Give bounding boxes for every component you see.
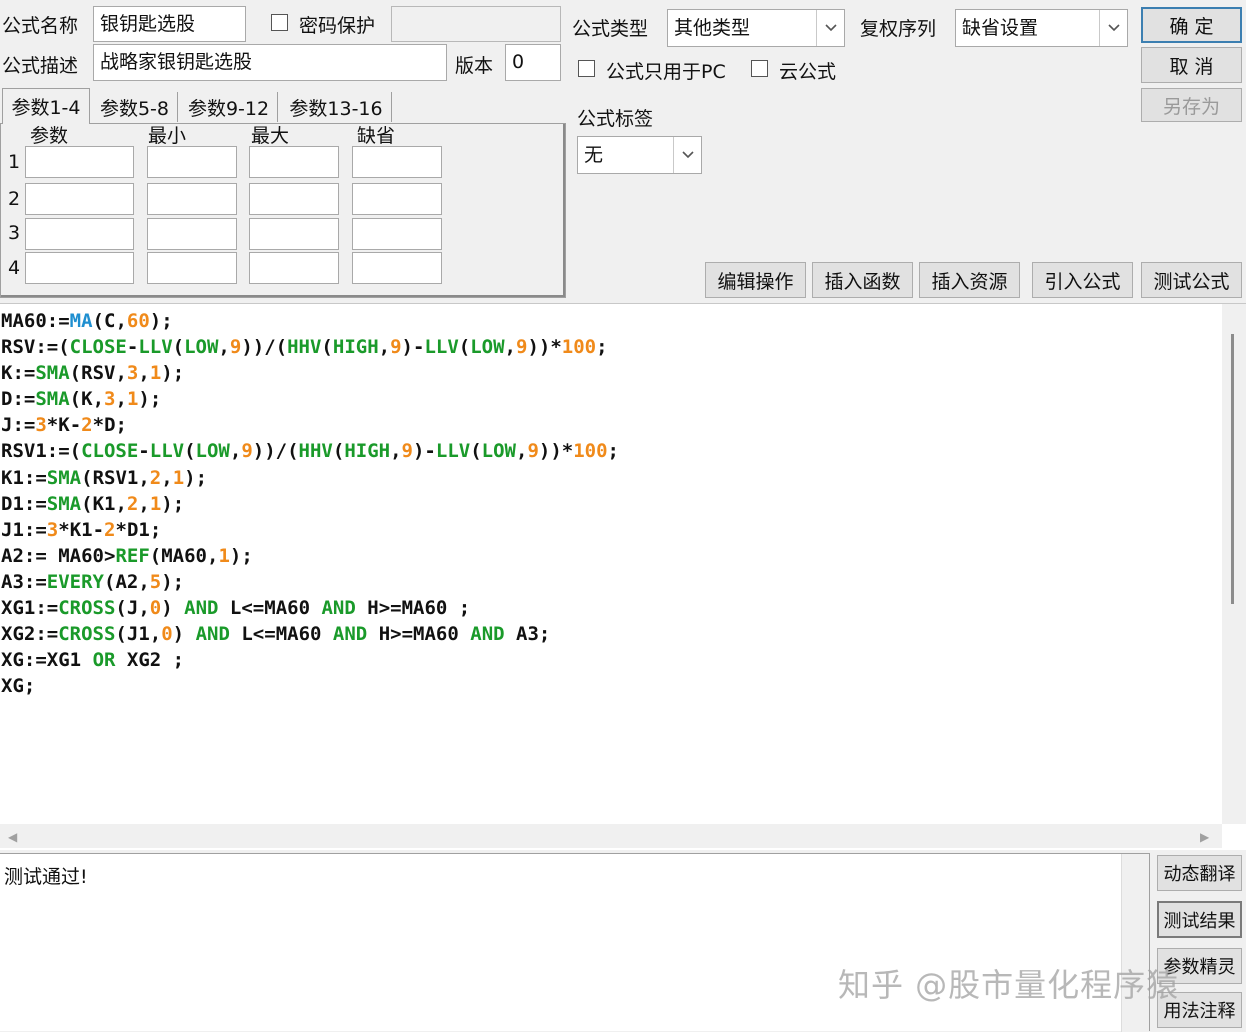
param-default-field[interactable]: [352, 183, 442, 215]
formula-name-label: 公式名称: [2, 15, 79, 37]
code-line[interactable]: D1:=SMA(K1,2,1);: [1, 491, 619, 517]
insert-resource-button[interactable]: 插入资源: [919, 262, 1020, 298]
formula-editor[interactable]: MA60:=MA(C,60); RSV:=(CLOSE-LLV(LOW,9))/(…: [0, 303, 1246, 850]
editor-vertical-scrollbar[interactable]: [1222, 304, 1246, 824]
code-line[interactable]: K:=SMA(RSV,3,1);: [1, 360, 619, 386]
scroll-right-icon[interactable]: ▶: [1200, 830, 1209, 844]
version-label: 版本: [455, 55, 494, 77]
scroll-left-icon[interactable]: ◀: [8, 830, 17, 844]
formula-type-select[interactable]: 其他类型: [667, 9, 845, 47]
code-line[interactable]: D:=SMA(K,3,1);: [1, 386, 619, 412]
edit-ops-button[interactable]: 编辑操作: [705, 262, 806, 298]
code-line[interactable]: XG:=XG1 OR XG2 ;: [1, 647, 619, 673]
formula-desc-label: 公式描述: [2, 55, 79, 77]
code-line[interactable]: MA60:=MA(C,60);: [1, 308, 619, 334]
param-default-field[interactable]: [352, 218, 442, 250]
param-min-field[interactable]: [147, 183, 237, 215]
code-line[interactable]: A2:= MA60>REF(MA60,1);: [1, 543, 619, 569]
param-min-field[interactable]: [147, 252, 237, 284]
param-max-field[interactable]: [249, 218, 339, 250]
import-formula-button[interactable]: 引入公式: [1032, 262, 1133, 298]
param-row-number: 4: [8, 257, 21, 279]
param-max-field[interactable]: [249, 252, 339, 284]
tab-params-13-16[interactable]: 参数13-16: [281, 92, 392, 122]
chevron-down-icon[interactable]: [1099, 10, 1127, 46]
param-row-number: 2: [8, 188, 21, 210]
tab-params-1-4[interactable]: 参数1-4: [2, 88, 90, 124]
scrollbar-thumb[interactable]: [1231, 334, 1234, 604]
param-header-name: 参数: [30, 125, 69, 147]
password-input: [391, 6, 561, 42]
param-header-default: 缺省: [357, 125, 396, 147]
formula-tag-select[interactable]: 无: [577, 136, 702, 174]
tab-params-9-12[interactable]: 参数9-12: [180, 92, 278, 122]
fuquan-select[interactable]: 缺省设置: [955, 9, 1128, 47]
password-checkbox[interactable]: [271, 14, 288, 31]
code-line[interactable]: K1:=SMA(RSV1,2,1);: [1, 465, 619, 491]
save-as-button[interactable]: 另存为: [1141, 88, 1242, 122]
code-line[interactable]: A3:=EVERY(A2,5);: [1, 569, 619, 595]
code-line[interactable]: J:=3*K-2*D;: [1, 412, 619, 438]
fuquan-value: 缺省设置: [962, 17, 1039, 39]
test-output-text: 测试通过!: [4, 866, 88, 888]
formula-type-value: 其他类型: [674, 17, 751, 39]
param-max-field[interactable]: [249, 183, 339, 215]
param-default-field[interactable]: [352, 146, 442, 178]
test-result-button[interactable]: 测试结果: [1157, 901, 1242, 938]
param-max-field[interactable]: [249, 146, 339, 178]
ok-button[interactable]: 确 定: [1141, 7, 1242, 43]
formula-desc-input[interactable]: 战略家银钥匙选股: [93, 44, 447, 81]
code-line[interactable]: RSV1:=(CLOSE-LLV(LOW,9))/(HHV(HIGH,9)-LL…: [1, 438, 619, 464]
dynamic-translate-button[interactable]: 动态翻译: [1157, 855, 1242, 891]
param-name-field[interactable]: [25, 146, 134, 178]
param-name-field[interactable]: [25, 218, 134, 250]
tab-params-5-8[interactable]: 参数5-8: [92, 92, 178, 122]
code-line[interactable]: XG2:=CROSS(J1,0) AND L<=MA60 AND H>=MA60…: [1, 621, 619, 647]
param-default-field[interactable]: [352, 252, 442, 284]
code-line[interactable]: RSV:=(CLOSE-LLV(LOW,9))/(HHV(HIGH,9)-LLV…: [1, 334, 619, 360]
code-line[interactable]: J1:=3*K1-2*D1;: [1, 517, 619, 543]
chevron-down-icon[interactable]: [673, 137, 701, 173]
formula-tag-value: 无: [584, 144, 604, 166]
cloud-label: 云公式: [779, 61, 837, 83]
param-name-field[interactable]: [25, 183, 134, 215]
param-row-number: 3: [8, 222, 21, 244]
version-input[interactable]: 0: [505, 44, 561, 81]
pc-only-checkbox[interactable]: [578, 60, 595, 77]
editor-horizontal-scrollbar[interactable]: ◀ ▶: [0, 824, 1222, 848]
formula-tag-label: 公式标签: [577, 108, 654, 130]
param-header-max: 最大: [251, 125, 290, 147]
code-line[interactable]: XG;: [1, 673, 619, 699]
formula-name-input[interactable]: 银钥匙选股: [93, 6, 246, 42]
param-header-min: 最小: [148, 125, 187, 147]
param-name-field[interactable]: [25, 252, 134, 284]
password-label: 密码保护: [299, 15, 376, 37]
cloud-checkbox[interactable]: [751, 60, 768, 77]
code-line[interactable]: XG1:=CROSS(J,0) AND L<=MA60 AND H>=MA60 …: [1, 595, 619, 621]
insert-function-button[interactable]: 插入函数: [812, 262, 913, 298]
param-min-field[interactable]: [147, 146, 237, 178]
fuquan-label: 复权序列: [860, 18, 937, 40]
param-min-field[interactable]: [147, 218, 237, 250]
cancel-button[interactable]: 取 消: [1141, 47, 1242, 83]
test-formula-button[interactable]: 测试公式: [1141, 262, 1242, 298]
chevron-down-icon[interactable]: [816, 10, 844, 46]
param-row-number: 1: [8, 151, 21, 173]
watermark: 知乎 @股市量化程序猿: [838, 966, 1180, 1004]
formula-type-label: 公式类型: [572, 18, 649, 40]
pc-only-label: 公式只用于PC: [606, 61, 726, 83]
formula-code[interactable]: MA60:=MA(C,60); RSV:=(CLOSE-LLV(LOW,9))/(…: [1, 308, 619, 699]
